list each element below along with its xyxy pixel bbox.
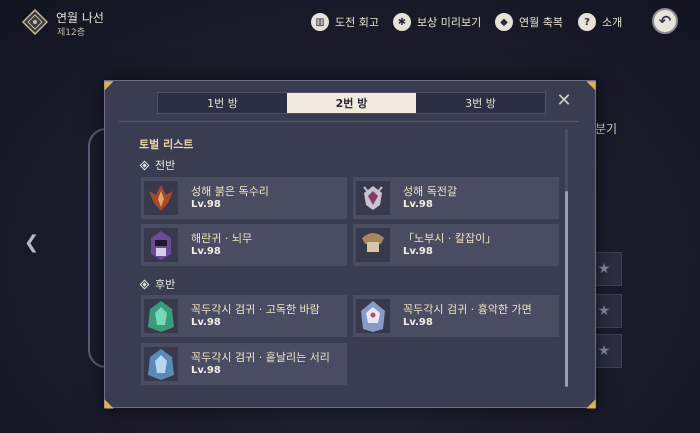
enemy-card[interactable]: 꼭두각시 검귀 · 흩날리는 서리 Lv.98 xyxy=(141,343,347,385)
intro-label: 소개 xyxy=(602,16,623,29)
room-tabs: 1번 방 2번 방 3번 방 xyxy=(157,92,546,114)
challenge-review-button[interactable]: ▥ 도전 회고 xyxy=(311,12,379,32)
enemy-level: Lv.98 xyxy=(191,246,221,257)
first-half-label: 전반 xyxy=(155,159,176,172)
enemy-name: 꼭두각시 검귀 · 흩날리는 서리 xyxy=(191,351,330,364)
green-automaton-portrait-icon xyxy=(144,299,178,333)
background-branch-label: 분기 xyxy=(595,122,618,136)
celebration-label: 연월 축복 xyxy=(519,16,563,29)
challenge-review-label: 도전 회고 xyxy=(335,16,379,29)
second-half-header: 후반 xyxy=(139,276,176,292)
reward-preview-label: 보상 미리보기 xyxy=(417,16,482,29)
celebration-button[interactable]: ◆ 연월 축복 xyxy=(495,12,563,32)
enemy-card[interactable]: 성해 붉은 독수리 Lv.98 xyxy=(141,177,347,219)
scorpion-portrait-icon xyxy=(356,181,390,215)
masked-automaton-portrait-icon xyxy=(356,299,390,333)
page-title: 연월 나선 xyxy=(56,11,104,25)
enemy-card[interactable]: 꼭두각시 검귀 · 흉악한 가면 Lv.98 xyxy=(353,295,559,337)
enemy-level: Lv.98 xyxy=(191,365,221,376)
second-half-label: 후반 xyxy=(155,278,176,291)
enemy-level: Lv.98 xyxy=(403,246,433,257)
enemy-name: 「노부시 · 칼잡이」 xyxy=(403,232,497,245)
moon-blessing-icon: ◆ xyxy=(495,13,513,31)
top-bar: 연월 나선 제12층 ▥ 도전 회고 ✱ 보상 미리보기 ◆ 연월 축복 ? 소… xyxy=(0,0,700,44)
enemy-card[interactable]: 성해 독전갈 Lv.98 xyxy=(353,177,559,219)
enemy-name: 성해 독전갈 xyxy=(403,185,458,198)
enemy-card[interactable]: 「노부시 · 칼잡이」 Lv.98 xyxy=(353,224,559,266)
enemy-name: 성해 붉은 독수리 xyxy=(191,185,269,198)
intro-button[interactable]: ? 소개 xyxy=(578,12,622,32)
red-eagle-portrait-icon xyxy=(144,181,178,215)
star-badge-icon: ✱ xyxy=(393,13,411,31)
enemy-level: Lv.98 xyxy=(403,199,433,210)
diamond-bullet-icon xyxy=(139,279,150,289)
enemy-level: Lv.98 xyxy=(191,317,221,328)
back-arrow-icon: ↶ xyxy=(658,12,672,30)
close-icon[interactable]: ✕ xyxy=(554,91,574,111)
enemy-card[interactable]: 해란귀 · 뇌무 Lv.98 xyxy=(141,224,347,266)
enemy-name: 꼭두각시 검귀 · 고독한 바람 xyxy=(191,303,320,316)
enemy-level: Lv.98 xyxy=(403,317,433,328)
reward-preview-button[interactable]: ✱ 보상 미리보기 xyxy=(393,12,481,32)
purple-ghost-portrait-icon xyxy=(144,228,178,262)
enemy-list-modal: ◤ ◥ ◣ ◢ 1번 방 2번 방 3번 방 ✕ 토벌 리스트 전반 성해 붉은… xyxy=(104,78,596,410)
scrollbar-thumb[interactable] xyxy=(565,191,568,387)
tab-divider xyxy=(119,121,579,122)
enemy-list-title: 토벌 리스트 xyxy=(139,138,194,151)
previous-chamber-arrow-icon[interactable]: ❮ xyxy=(24,232,40,253)
tab-room-3[interactable]: 3번 방 xyxy=(416,93,545,113)
tab-room-2[interactable]: 2번 방 xyxy=(287,93,416,113)
floor-subtitle: 제12층 xyxy=(57,28,86,38)
nobushi-portrait-icon xyxy=(356,228,390,262)
enemy-level: Lv.98 xyxy=(191,199,221,210)
corner-ornament-icon: ◢ xyxy=(586,396,596,410)
first-half-header: 전반 xyxy=(139,157,176,173)
diamond-bullet-icon xyxy=(139,160,150,170)
question-icon: ? xyxy=(578,13,596,31)
tab-room-1[interactable]: 1번 방 xyxy=(158,93,287,113)
frost-automaton-portrait-icon xyxy=(144,347,178,381)
enemy-card[interactable]: 꼭두각시 검귀 · 고독한 바람 Lv.98 xyxy=(141,295,347,337)
spiral-abyss-emblem-icon xyxy=(22,9,48,35)
corner-ornament-icon: ◥ xyxy=(586,78,596,92)
enemy-name: 꼭두각시 검귀 · 흉악한 가면 xyxy=(403,303,532,316)
book-icon: ▥ xyxy=(311,13,329,31)
corner-ornament-icon: ◣ xyxy=(104,396,114,410)
corner-ornament-icon: ◤ xyxy=(104,78,114,92)
back-button[interactable]: ↶ xyxy=(652,8,678,34)
enemy-name: 해란귀 · 뇌무 xyxy=(191,232,253,245)
